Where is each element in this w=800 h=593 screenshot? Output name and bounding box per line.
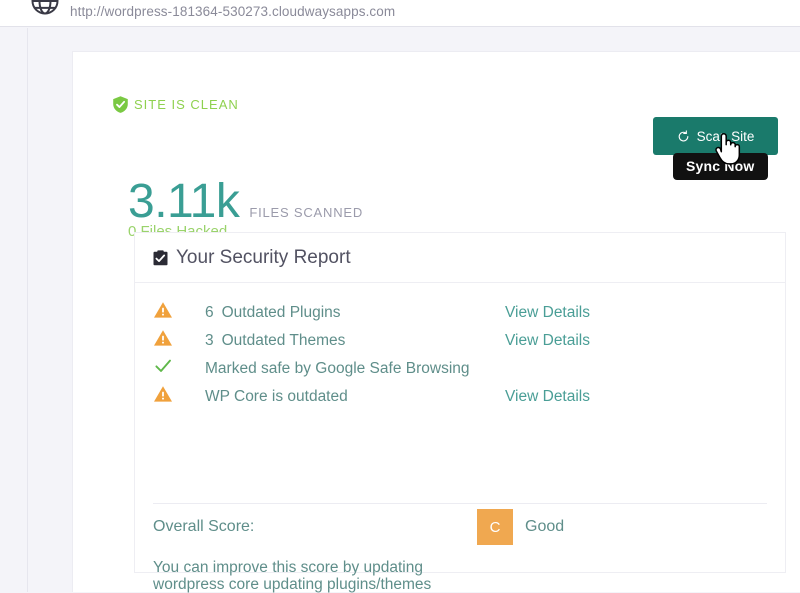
table-row: 6 Outdated Plugins View Details: [135, 299, 785, 327]
scan-site-button-label: Scan Site: [696, 128, 755, 144]
security-card: SITE IS CLEAN 3.11k FILES SCANNED 0 File…: [72, 51, 800, 593]
warning-triangle-icon: [153, 384, 173, 404]
table-row-text: Marked safe by Google Safe Browsing: [205, 355, 505, 383]
warning-triangle-icon: [153, 328, 173, 348]
files-scanned-label: FILES SCANNED: [249, 205, 364, 220]
check-icon: [153, 356, 173, 376]
table-row-label: WP Core is outdated: [205, 388, 348, 405]
table-row: 3 Outdated Themes View Details: [135, 327, 785, 355]
files-scanned-summary: 3.11k FILES SCANNED: [128, 178, 363, 226]
globe-icon: [30, 0, 60, 16]
table-row-label: Outdated Plugins: [221, 304, 341, 321]
page-background: SITE IS CLEAN 3.11k FILES SCANNED 0 File…: [0, 28, 800, 593]
security-report-panel: Your Security Report 6 Outdated Plugins V…: [134, 232, 786, 593]
scan-site-button[interactable]: Scan Site: [653, 117, 778, 155]
table-row-count: 3: [205, 332, 214, 349]
table-row-count: 6: [205, 304, 214, 321]
score-advice-text: You can improve this score by updating w…: [153, 559, 432, 593]
security-report-rows: 6 Outdated Plugins View Details 3 Outdated…: [135, 283, 785, 411]
security-report-title: Your Security Report: [176, 246, 351, 268]
table-row-text: WP Core is outdated: [205, 383, 505, 411]
table-row: WP Core is outdated View Details: [135, 383, 785, 411]
overall-score-section: Overall Score: C Good You can improve th…: [135, 509, 785, 593]
browser-url-bar: http://wordpress-181364-530273.cloudways…: [0, 0, 800, 27]
sync-now-tooltip: Sync Now: [673, 153, 768, 180]
table-row-label: Outdated Themes: [221, 332, 346, 349]
table-row-label: Marked safe by Google Safe Browsing: [205, 360, 470, 377]
view-details-link[interactable]: View Details: [505, 299, 590, 327]
files-scanned-count: 3.11k: [128, 175, 240, 228]
site-status-label: SITE IS CLEAN: [134, 97, 239, 112]
clipboard-check-icon: [153, 249, 168, 266]
site-status: SITE IS CLEAN: [111, 95, 239, 114]
score-grade-word: Good: [525, 518, 565, 535]
security-report-header: Your Security Report: [135, 233, 785, 283]
overall-score-row: Overall Score: C Good: [153, 509, 785, 545]
warning-triangle-icon: [153, 300, 173, 320]
refresh-icon: [677, 129, 690, 143]
table-row: Marked safe by Google Safe Browsing: [135, 355, 785, 383]
view-details-link[interactable]: View Details: [505, 327, 590, 355]
url-text[interactable]: http://wordpress-181364-530273.cloudways…: [70, 4, 395, 19]
left-rule-divider: [27, 28, 28, 592]
shield-check-icon: [111, 95, 130, 114]
overall-score-label: Overall Score:: [153, 518, 255, 535]
table-row-text: 6 Outdated Plugins: [205, 299, 505, 327]
table-row-text: 3 Outdated Themes: [205, 327, 505, 355]
view-details-link[interactable]: View Details: [505, 383, 590, 411]
score-grade-badge: C: [477, 509, 513, 545]
score-divider: [153, 503, 767, 504]
